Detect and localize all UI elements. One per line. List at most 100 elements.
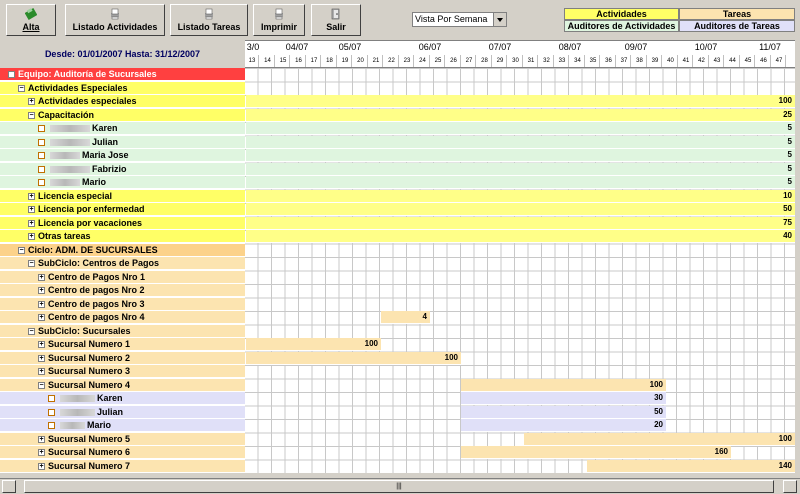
checkbox[interactable] xyxy=(38,152,45,159)
alta-button[interactable]: Alta xyxy=(6,4,56,36)
tree-row[interactable]: − Actividades Especiales xyxy=(0,81,245,95)
avatar xyxy=(60,408,95,416)
tree-row[interactable]: − Ciclo: ADM. DE SUCURSALES xyxy=(0,243,245,257)
tree-row[interactable]: − Sucursal Numero 4 xyxy=(0,378,245,392)
month-label: 07/07 xyxy=(488,42,512,52)
gantt-bar[interactable]: 100 xyxy=(246,351,461,365)
checkbox[interactable] xyxy=(48,408,55,416)
expand-icon[interactable]: + xyxy=(28,219,35,227)
tree-row[interactable]: + Sucursal Numero 7 xyxy=(0,459,245,473)
chevron-down-icon[interactable] xyxy=(493,13,506,26)
checkbox[interactable] xyxy=(38,125,45,132)
gantt-bar[interactable]: 50 xyxy=(246,203,795,216)
gantt-bar[interactable]: 5 xyxy=(246,149,795,162)
tree-row[interactable]: Mario xyxy=(0,419,245,432)
imprimir-button[interactable]: Imprimir xyxy=(253,4,305,36)
tree-row[interactable]: Maria Jose xyxy=(0,149,245,162)
tree-row[interactable]: + Centro de pagos Nro 3 xyxy=(0,297,245,311)
tree-row[interactable]: + Actividades especiales xyxy=(0,95,245,108)
scroll-right-icon[interactable] xyxy=(783,480,797,493)
tree-row[interactable]: Julian xyxy=(0,405,245,419)
expand-icon[interactable]: + xyxy=(38,449,45,456)
checkbox[interactable] xyxy=(38,138,45,146)
scrollbar-thumb[interactable]: ||| xyxy=(24,480,774,493)
tree-row[interactable]: + Sucursal Numero 5 xyxy=(0,432,245,446)
expand-icon[interactable]: + xyxy=(38,462,45,470)
expand-icon[interactable]: + xyxy=(38,354,45,362)
tree-row[interactable]: + Centro de pagos Nro 4 xyxy=(0,311,245,324)
tree-row[interactable]: − SubCiclo: Sucursales xyxy=(0,324,245,338)
gantt-bar[interactable]: 50 xyxy=(461,405,666,419)
gantt-bar[interactable]: 140 xyxy=(587,459,795,473)
expand-icon[interactable]: + xyxy=(38,287,45,294)
checkbox[interactable] xyxy=(38,179,45,186)
checkbox[interactable] xyxy=(38,165,45,173)
gantt-bar[interactable]: 100 xyxy=(524,432,795,446)
tree-row[interactable]: + Sucursal Numero 2 xyxy=(0,351,245,365)
gantt-bar[interactable]: 100 xyxy=(461,378,666,392)
tree-row[interactable]: + Licencia por vacaciones xyxy=(0,216,245,230)
gantt-bar[interactable]: 100 xyxy=(246,338,381,351)
row-label: Centro de pagos Nro 2 xyxy=(48,285,145,295)
salir-button[interactable]: Salir xyxy=(311,4,361,36)
expand-icon[interactable]: + xyxy=(38,300,45,308)
expand-icon[interactable]: + xyxy=(28,192,35,200)
week-label: 23 xyxy=(401,55,414,67)
tree-row[interactable]: Julian xyxy=(0,135,245,149)
tree-row[interactable]: + Sucursal Numero 6 xyxy=(0,446,245,459)
collapse-icon[interactable]: − xyxy=(18,84,25,92)
collapse-icon[interactable]: − xyxy=(38,381,45,389)
view-select[interactable]: Vista Por Semana xyxy=(412,12,507,27)
tree-row[interactable]: + Centro de pagos Nro 2 xyxy=(0,284,245,297)
horizontal-scrollbar[interactable]: ||| xyxy=(0,478,800,494)
expand-icon[interactable]: + xyxy=(28,206,35,213)
tree-row[interactable]: + Sucursal Numero 3 xyxy=(0,365,245,378)
gantt-bar[interactable]: 20 xyxy=(461,419,666,432)
tree-row[interactable]: + Licencia especial xyxy=(0,189,245,203)
tree-row[interactable]: + Licencia por enfermedad xyxy=(0,203,245,216)
gantt-bar[interactable]: 10 xyxy=(246,189,795,203)
tree-row[interactable]: Karen xyxy=(0,122,245,135)
tree-row[interactable]: + Otras tareas xyxy=(0,230,245,243)
gantt-bar[interactable]: 100 xyxy=(246,95,795,108)
tree-row[interactable]: Fabrizio xyxy=(0,162,245,176)
collapse-icon[interactable]: − xyxy=(28,111,35,119)
checkbox[interactable] xyxy=(48,395,55,402)
week-label: 18 xyxy=(323,55,337,67)
expand-icon[interactable]: + xyxy=(38,314,45,321)
expand-icon[interactable]: + xyxy=(28,233,35,240)
alta-label: Alta xyxy=(22,22,40,32)
listado-tareas-button[interactable]: Listado Tareas xyxy=(170,4,248,36)
gantt-bar[interactable]: 40 xyxy=(246,230,795,243)
tree-row[interactable]: Mario xyxy=(0,176,245,189)
gantt-bar[interactable]: 5 xyxy=(246,122,795,135)
gantt-bar[interactable]: 30 xyxy=(461,392,666,405)
week-label: 19 xyxy=(339,55,352,67)
tree-row[interactable]: − Capacitación xyxy=(0,108,245,122)
expand-icon[interactable]: + xyxy=(28,98,35,105)
tree-row[interactable]: − SubCiclo: Centros de Pagos xyxy=(0,257,245,270)
tree-row[interactable]: + Centro de Pagos Nro 1 xyxy=(0,270,245,284)
gantt-bar[interactable]: 75 xyxy=(246,216,795,230)
scroll-left-icon[interactable] xyxy=(2,480,16,493)
gantt-bar[interactable]: 5 xyxy=(246,162,795,176)
listado-actividades-button[interactable]: Listado Actividades xyxy=(65,4,165,36)
gantt-bar[interactable]: 5 xyxy=(246,176,795,189)
checkbox[interactable] xyxy=(48,422,55,429)
expand-icon[interactable]: + xyxy=(38,273,45,281)
tree-row[interactable]: Karen xyxy=(0,392,245,405)
expand-icon[interactable]: + xyxy=(38,341,45,348)
collapse-icon[interactable]: − xyxy=(28,260,35,267)
gantt-bar[interactable]: 25 xyxy=(246,108,795,122)
gantt-bar[interactable]: 5 xyxy=(246,135,795,149)
gantt-bar[interactable]: 160 xyxy=(461,446,731,459)
tree-row[interactable]: + Sucursal Numero 1 xyxy=(0,338,245,351)
expand-icon[interactable]: + xyxy=(38,435,45,443)
tree-row[interactable]: − Equipo: Auditoría de Sucursales xyxy=(0,68,245,81)
expand-icon[interactable]: + xyxy=(38,368,45,375)
row-label: Sucursal Numero 7 xyxy=(48,460,131,471)
collapse-icon[interactable]: − xyxy=(18,246,25,254)
collapse-icon[interactable]: − xyxy=(28,327,35,335)
collapse-icon[interactable]: − xyxy=(8,71,15,78)
gantt-bar[interactable]: 4 xyxy=(381,311,430,324)
